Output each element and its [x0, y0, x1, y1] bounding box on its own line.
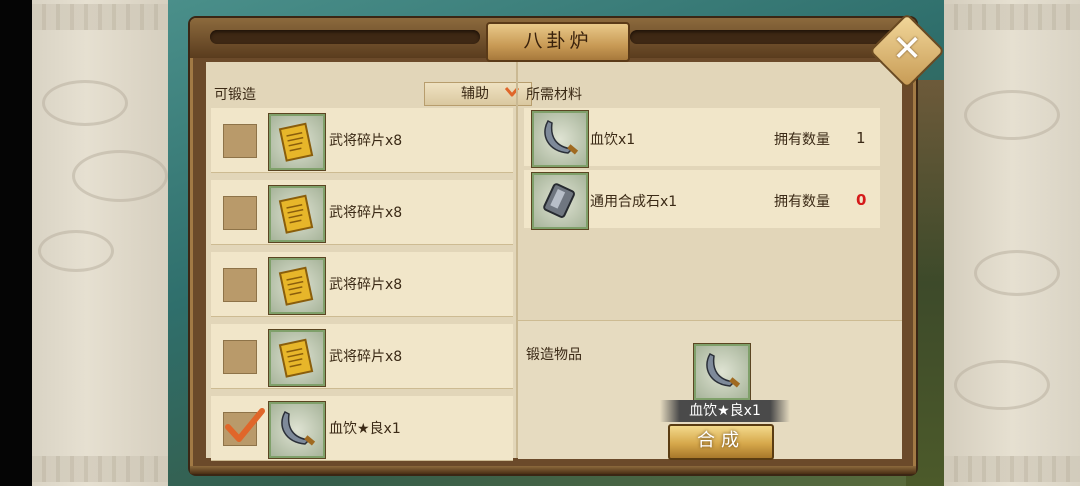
filter-dropdown-label: 辅助 — [461, 86, 489, 102]
forge-item-label: 锻造物品 — [526, 347, 582, 363]
dialog-bottom-trim — [190, 466, 916, 474]
item-checkbox[interactable] — [223, 268, 257, 302]
item-name: 血饮★良x1 — [329, 421, 401, 437]
close-x-icon: ✕ — [892, 28, 923, 70]
craftable-item[interactable]: 武将碎片x8 — [211, 180, 513, 245]
scroll-fragment-icon — [269, 186, 325, 242]
screen-edge — [0, 0, 32, 486]
result-item-name: 血饮★良x1 — [689, 403, 761, 419]
dialog-title: 八卦炉 — [486, 22, 630, 62]
material-name: 血饮x1 — [590, 132, 636, 148]
item-checkbox[interactable] — [223, 196, 257, 230]
material-row: 通用合成石x1 拥有数量 0 — [524, 170, 880, 229]
dialog-body: 可锻造 辅助 武将碎片x8 武将碎片x8 武将碎片x8 武将碎片x8 血饮★良x… — [206, 62, 902, 461]
right-background-scroll — [944, 0, 1080, 486]
owned-count: 0 — [856, 191, 867, 209]
item-name: 武将碎片x8 — [329, 277, 403, 293]
left-background-scroll — [32, 0, 168, 486]
synthesis-stone-icon — [532, 173, 588, 229]
craft-button[interactable]: 合成 — [668, 424, 774, 460]
craftable-label: 可锻造 — [214, 87, 256, 103]
owned-label: 拥有数量 — [774, 132, 830, 148]
curved-blade-icon — [694, 344, 750, 400]
forge-dialog: 八卦炉 可锻造 辅助 武将碎片x8 武将碎片x8 武将碎片x8 武将碎片x8 血… — [190, 18, 916, 474]
craftable-item[interactable]: 血饮★良x1 — [211, 396, 513, 461]
material-name: 通用合成石x1 — [590, 194, 678, 210]
craftable-item[interactable]: 武将碎片x8 — [211, 252, 513, 317]
scroll-fragment-icon — [269, 114, 325, 170]
scroll-fragment-icon — [269, 258, 325, 314]
item-name: 武将碎片x8 — [329, 133, 403, 149]
craftable-item[interactable]: 武将碎片x8 — [211, 324, 513, 389]
item-name: 武将碎片x8 — [329, 205, 403, 221]
checkmark-icon — [225, 408, 265, 442]
curved-blade-icon — [532, 111, 588, 167]
scroll-fragment-icon — [269, 330, 325, 386]
craftable-item[interactable]: 武将碎片x8 — [211, 108, 513, 173]
material-row: 血饮x1 拥有数量 1 — [524, 108, 880, 167]
dialog-header: 八卦炉 — [190, 18, 916, 62]
item-checkbox[interactable] — [223, 408, 265, 446]
game-scene: 八卦炉 可锻造 辅助 武将碎片x8 武将碎片x8 武将碎片x8 武将碎片x8 血… — [0, 0, 1080, 486]
item-checkbox[interactable] — [223, 340, 257, 374]
owned-label: 拥有数量 — [774, 194, 830, 210]
item-name: 武将碎片x8 — [329, 349, 403, 365]
curved-blade-icon — [269, 402, 325, 458]
owned-count: 1 — [856, 129, 866, 147]
materials-label: 所需材料 — [526, 87, 582, 103]
item-checkbox[interactable] — [223, 124, 257, 158]
